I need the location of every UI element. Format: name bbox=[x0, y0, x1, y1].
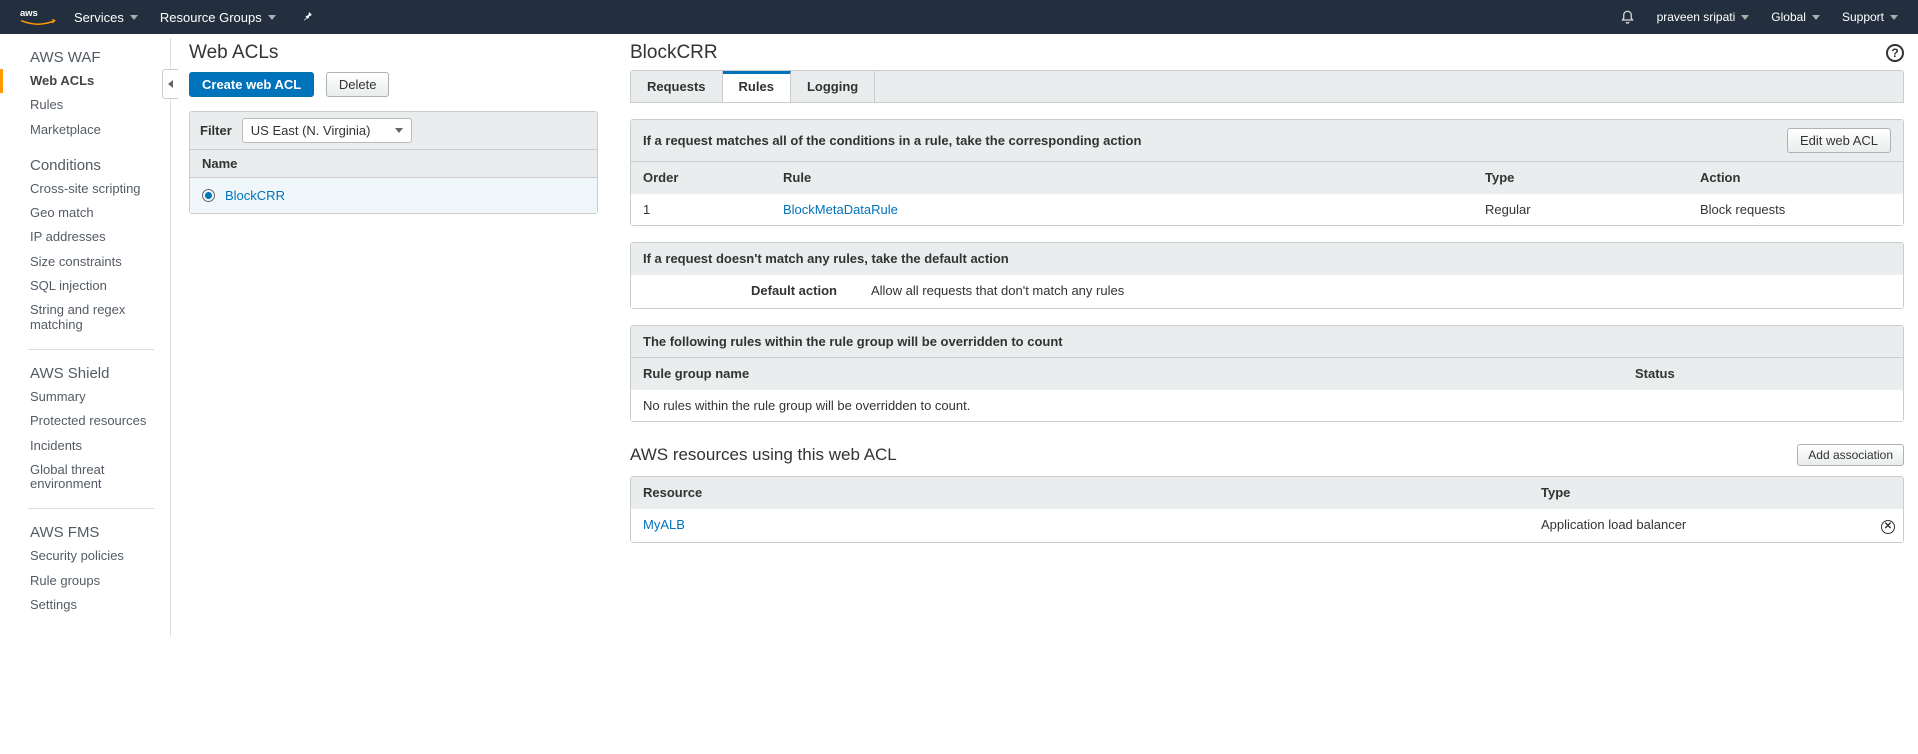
sidebar-heading-shield: AWS Shield bbox=[0, 362, 170, 385]
top-navbar: aws Services Resource Groups praveen sri… bbox=[0, 0, 1918, 34]
sidebar-item-web-acls[interactable]: Web ACLs bbox=[0, 69, 170, 93]
col-rule: Rule bbox=[771, 162, 1473, 193]
caret-down-icon bbox=[1812, 15, 1820, 20]
sidebar-item-xss[interactable]: Cross-site scripting bbox=[0, 177, 170, 201]
tab-rules[interactable]: Rules bbox=[723, 71, 791, 102]
detail-tabs: Requests Rules Logging bbox=[630, 70, 1904, 103]
region-label: Global bbox=[1771, 10, 1806, 24]
col-action: Action bbox=[1688, 162, 1903, 193]
sidebar-item-incidents[interactable]: Incidents bbox=[0, 434, 170, 458]
resource-groups-menu[interactable]: Resource Groups bbox=[160, 10, 276, 25]
region-filter-value: US East (N. Virginia) bbox=[251, 123, 371, 138]
notifications-icon[interactable] bbox=[1620, 10, 1635, 25]
col-resource-type: Type bbox=[1529, 477, 1869, 508]
caret-down-icon bbox=[130, 15, 138, 20]
sidebar-heading-waf: AWS WAF bbox=[0, 46, 170, 69]
caret-down-icon bbox=[395, 128, 403, 133]
sidebar-heading-conditions: Conditions bbox=[0, 154, 170, 177]
col-type: Type bbox=[1473, 162, 1688, 193]
divider bbox=[28, 349, 154, 350]
rule-action: Block requests bbox=[1688, 194, 1903, 225]
rule-name-link[interactable]: BlockMetaDataRule bbox=[783, 202, 898, 217]
remove-association-icon[interactable]: ✕ bbox=[1881, 520, 1895, 534]
tab-requests[interactable]: Requests bbox=[631, 71, 723, 102]
override-bar-text: The following rules within the rule grou… bbox=[643, 334, 1891, 349]
caret-down-icon bbox=[268, 15, 276, 20]
support-label: Support bbox=[1842, 10, 1884, 24]
resource-groups-label: Resource Groups bbox=[160, 10, 262, 25]
sidebar-item-geo-match[interactable]: Geo match bbox=[0, 201, 170, 225]
resources-section: Resource Type MyALB Application load bal… bbox=[630, 476, 1904, 543]
sidebar-item-rules[interactable]: Rules bbox=[0, 93, 170, 117]
divider bbox=[28, 508, 154, 509]
filter-bar: Filter US East (N. Virginia) bbox=[190, 112, 597, 150]
caret-down-icon bbox=[1890, 15, 1898, 20]
rule-type: Regular bbox=[1473, 194, 1688, 225]
services-menu[interactable]: Services bbox=[74, 10, 138, 25]
default-bar-text: If a request doesn't match any rules, ta… bbox=[643, 251, 1891, 266]
rule-row: 1 BlockMetaDataRule Regular Block reques… bbox=[631, 193, 1903, 225]
triangle-left-icon bbox=[168, 80, 173, 88]
page-title: Web ACLs bbox=[189, 42, 598, 64]
svg-text:aws: aws bbox=[20, 8, 38, 19]
acl-name-link[interactable]: BlockCRR bbox=[225, 188, 285, 203]
acl-list-panel: Filter US East (N. Virginia) Name BlockC… bbox=[189, 111, 598, 214]
radio-selected-icon[interactable] bbox=[202, 189, 215, 202]
sidebar-item-ip[interactable]: IP addresses bbox=[0, 225, 170, 249]
help-icon[interactable]: ? bbox=[1886, 44, 1904, 62]
region-menu[interactable]: Global bbox=[1771, 10, 1820, 24]
col-rule-group-name: Rule group name bbox=[631, 358, 1623, 389]
column-header-name: Name bbox=[190, 150, 597, 178]
resources-header-row: Resource Type bbox=[631, 477, 1903, 508]
sidebar-item-security-policies[interactable]: Security policies bbox=[0, 544, 170, 568]
sidebar-item-settings[interactable]: Settings bbox=[0, 593, 170, 617]
edit-web-acl-button[interactable]: Edit web ACL bbox=[1787, 128, 1891, 153]
acl-row[interactable]: BlockCRR bbox=[190, 178, 597, 213]
sidebar-item-protected[interactable]: Protected resources bbox=[0, 409, 170, 433]
resource-row: MyALB Application load balancer ✕ bbox=[631, 508, 1903, 542]
collapse-sidebar-button[interactable] bbox=[162, 69, 178, 99]
resource-link[interactable]: MyALB bbox=[643, 517, 685, 532]
aws-logo[interactable]: aws bbox=[20, 7, 56, 27]
sidebar-item-global-threat[interactable]: Global threat environment bbox=[0, 458, 170, 497]
add-association-button[interactable]: Add association bbox=[1797, 444, 1904, 466]
col-resource: Resource bbox=[631, 477, 1529, 508]
rule-order: 1 bbox=[631, 194, 771, 225]
support-menu[interactable]: Support bbox=[1842, 10, 1898, 24]
col-status: Status bbox=[1623, 358, 1903, 389]
sidebar-item-summary[interactable]: Summary bbox=[0, 385, 170, 409]
create-web-acl-button[interactable]: Create web ACL bbox=[189, 72, 314, 97]
caret-down-icon bbox=[1741, 15, 1749, 20]
filter-label: Filter bbox=[200, 123, 232, 138]
sidebar-item-rule-groups[interactable]: Rule groups bbox=[0, 569, 170, 593]
user-menu[interactable]: praveen sripati bbox=[1657, 10, 1750, 24]
resources-heading: AWS resources using this web ACL bbox=[630, 445, 897, 465]
sidebar-item-regex[interactable]: String and regex matching bbox=[0, 298, 170, 337]
resources-heading-row: AWS resources using this web ACL Add ass… bbox=[630, 444, 1904, 466]
default-action-section: If a request doesn't match any rules, ta… bbox=[630, 242, 1904, 309]
detail-title: BlockCRR bbox=[630, 42, 1904, 64]
pin-icon[interactable] bbox=[302, 10, 314, 25]
tab-logging[interactable]: Logging bbox=[791, 71, 875, 102]
sidebar-item-size[interactable]: Size constraints bbox=[0, 250, 170, 274]
default-action-label: Default action bbox=[751, 283, 837, 298]
sidebar-item-sqli[interactable]: SQL injection bbox=[0, 274, 170, 298]
sidebar-item-marketplace[interactable]: Marketplace bbox=[0, 118, 170, 142]
services-label: Services bbox=[74, 10, 124, 25]
override-empty-text: No rules within the rule group will be o… bbox=[631, 390, 982, 421]
rules-section: If a request matches all of the conditio… bbox=[630, 119, 1904, 226]
user-label: praveen sripati bbox=[1657, 10, 1736, 24]
region-filter-select[interactable]: US East (N. Virginia) bbox=[242, 118, 412, 143]
rules-bar-text: If a request matches all of the conditio… bbox=[643, 133, 1787, 148]
default-action-value: Allow all requests that don't match any … bbox=[871, 283, 1124, 298]
delete-button[interactable]: Delete bbox=[326, 72, 390, 97]
tabs-filler bbox=[875, 71, 1903, 102]
override-header-row: Rule group name Status bbox=[631, 357, 1903, 389]
sidebar-heading-fms: AWS FMS bbox=[0, 521, 170, 544]
rules-header-row: Order Rule Type Action bbox=[631, 161, 1903, 193]
sidebar: AWS WAF Web ACLs Rules Marketplace Condi… bbox=[0, 34, 170, 637]
col-order: Order bbox=[631, 162, 771, 193]
override-section: The following rules within the rule grou… bbox=[630, 325, 1904, 422]
resource-type: Application load balancer bbox=[1529, 509, 1869, 542]
